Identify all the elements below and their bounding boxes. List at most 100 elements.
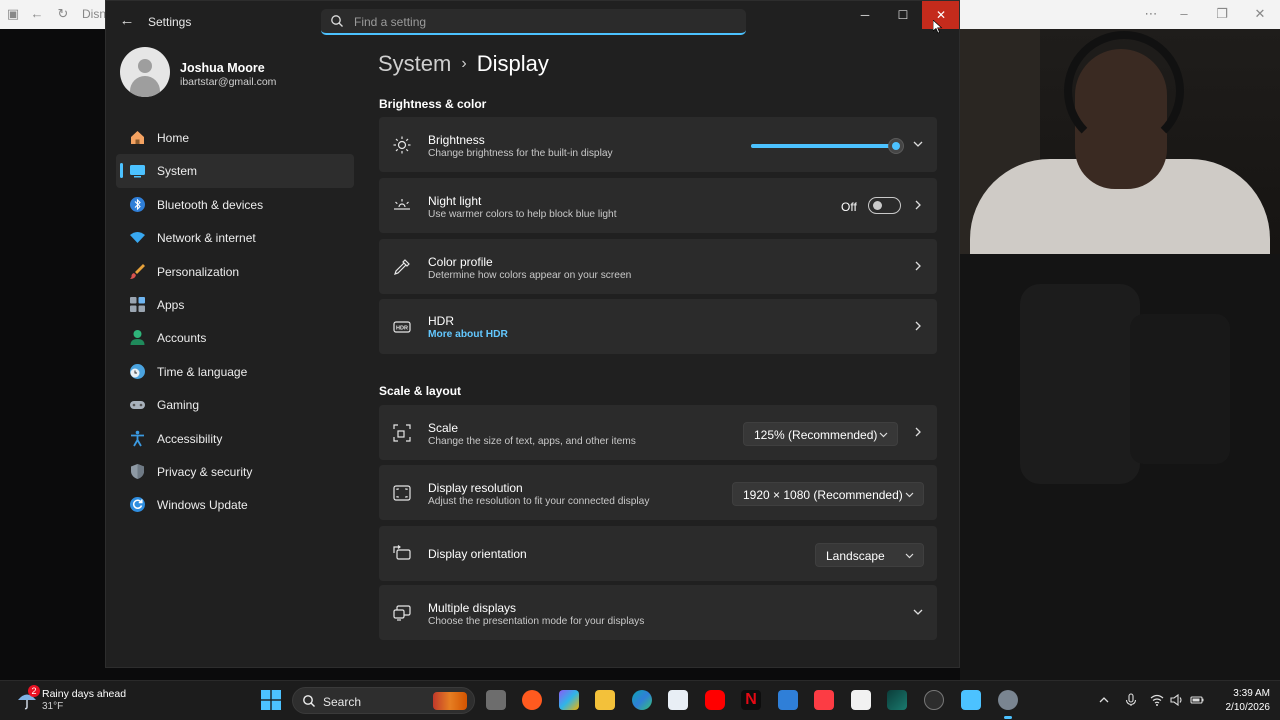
disney-plus-icon[interactable] xyxy=(887,690,907,710)
search-input[interactable] xyxy=(354,12,734,31)
chevron-right-icon[interactable] xyxy=(911,259,925,273)
speaker-icon[interactable] xyxy=(1170,693,1184,707)
brightness-slider-fill xyxy=(751,144,896,148)
browser-refresh-icon[interactable]: ↻ xyxy=(56,7,70,21)
brightness-title: Brightness xyxy=(428,133,485,147)
accounts-icon xyxy=(130,330,145,346)
display-resolution-subtitle: Adjust the resolution to fit your connec… xyxy=(428,496,650,507)
chevron-down-icon[interactable] xyxy=(911,605,925,619)
browser-close-icon[interactable]: ✕ xyxy=(1253,7,1267,21)
maximize-button[interactable]: ☐ xyxy=(884,1,922,29)
sidebar-item-gaming[interactable]: Gaming xyxy=(116,388,354,421)
sidebar-item-label: Time & language xyxy=(157,364,248,379)
scale-card[interactable]: Scale Change the size of text, apps, and… xyxy=(379,405,937,460)
sidebar-item-label: Windows Update xyxy=(157,498,248,513)
sidebar-item-apps[interactable]: Apps xyxy=(116,288,354,321)
scale-icon xyxy=(393,424,411,442)
sidebar-item-label: Bluetooth & devices xyxy=(157,197,264,212)
browser-app-icon: ▣ xyxy=(6,6,20,21)
task-view-icon[interactable] xyxy=(486,690,506,710)
app-blue-icon[interactable] xyxy=(778,690,798,710)
windows-start-icon[interactable] xyxy=(261,690,281,710)
system-icon xyxy=(130,165,145,178)
sidebar-item-label: Accounts xyxy=(157,331,207,346)
browser-restore-icon[interactable]: ❐ xyxy=(1215,7,1229,21)
chevron-down-icon[interactable] xyxy=(911,137,925,151)
display-resolution-card[interactable]: Display resolution Adjust the resolution… xyxy=(379,465,937,520)
back-arrow-icon[interactable]: ← xyxy=(118,12,136,30)
obs-icon[interactable] xyxy=(924,690,944,710)
app-orange-icon[interactable] xyxy=(522,690,542,710)
resolution-icon xyxy=(393,485,411,501)
sidebar-item-label: System xyxy=(157,164,198,179)
sidebar-item-network[interactable]: Network & internet xyxy=(116,221,354,254)
microphone-icon[interactable] xyxy=(1124,693,1138,707)
hdr-more-link[interactable]: More about HDR xyxy=(428,329,508,340)
sidebar-item-privacy[interactable]: Privacy & security xyxy=(116,455,354,488)
store-icon[interactable] xyxy=(668,690,688,710)
sidebar-item-label: Privacy & security xyxy=(157,464,253,479)
sidebar-item-label: Personalization xyxy=(157,264,240,279)
sidebar-item-accounts[interactable]: Accounts xyxy=(116,321,354,354)
notepad-icon[interactable] xyxy=(961,690,981,710)
home-icon xyxy=(131,131,144,144)
brightness-slider[interactable] xyxy=(751,138,904,154)
accessibility-icon xyxy=(131,430,144,446)
search-highlight-image xyxy=(433,692,467,710)
night-light-card[interactable]: Night light Use warmer colors to help bl… xyxy=(379,178,937,233)
color-profile-card[interactable]: Color profile Determine how colors appea… xyxy=(379,239,937,294)
netflix-icon[interactable]: N xyxy=(741,690,761,710)
system-clock[interactable]: 3:39 AM 2/10/2026 xyxy=(1210,688,1271,713)
night-light-toggle[interactable] xyxy=(868,197,901,214)
taskbar-search-label: Search xyxy=(323,695,362,709)
browser-more-icon[interactable]: ⋯ xyxy=(1144,7,1158,21)
chevron-right-icon[interactable] xyxy=(911,198,925,212)
chevron-up-icon[interactable] xyxy=(1097,693,1111,707)
sidebar-item-system[interactable]: System xyxy=(116,154,354,188)
sidebar-item-time-language[interactable]: Time & language xyxy=(116,355,354,388)
browser-tab-title[interactable]: Disn xyxy=(82,7,106,21)
file-explorer-icon[interactable] xyxy=(595,690,615,710)
battery-icon[interactable] xyxy=(1190,693,1204,707)
orientation-dropdown-value: Landscape xyxy=(826,549,885,563)
wifi-icon[interactable] xyxy=(1150,693,1164,707)
scale-dropdown[interactable]: 125% (Recommended) xyxy=(743,422,898,446)
chevron-right-icon[interactable] xyxy=(911,319,925,333)
multiple-displays-card[interactable]: Multiple displays Choose the presentatio… xyxy=(379,585,937,640)
capcut-icon[interactable] xyxy=(851,690,871,710)
chevron-right-icon[interactable] xyxy=(911,425,925,439)
sidebar-item-home[interactable]: Home xyxy=(116,121,354,154)
brightness-card[interactable]: Brightness Change brightness for the bui… xyxy=(379,117,937,172)
edge-icon[interactable] xyxy=(632,690,652,710)
display-orientation-card[interactable]: Display orientation Landscape xyxy=(379,526,937,581)
breadcrumb-parent[interactable]: System xyxy=(378,51,451,76)
sidebar-item-accessibility[interactable]: Accessibility xyxy=(116,422,354,455)
display-resolution-title: Display resolution xyxy=(428,481,523,495)
avatar[interactable] xyxy=(120,47,170,97)
taskbar-search[interactable]: Search xyxy=(292,687,475,714)
resolution-dropdown[interactable]: 1920 × 1080 (Recommended) xyxy=(732,482,924,506)
minimize-button[interactable]: ─ xyxy=(846,1,884,29)
sidebar-item-label: Home xyxy=(157,131,190,145)
settings-window: ← Settings ─ ☐ ✕ Joshua Moore ibartstar@… xyxy=(105,0,960,668)
apple-music-icon[interactable] xyxy=(814,690,834,710)
youtube-icon[interactable] xyxy=(705,690,725,710)
sidebar-item-windows-update[interactable]: Windows Update xyxy=(116,488,354,521)
settings-gear-icon[interactable] xyxy=(998,690,1018,719)
brightness-slider-thumb[interactable] xyxy=(888,138,904,154)
settings-search-box[interactable] xyxy=(321,9,746,35)
active-indicator xyxy=(120,163,123,179)
sidebar-nav: Home System Bluetooth & devices Network … xyxy=(116,121,354,522)
hdr-card[interactable]: HDR HDR More about HDR xyxy=(379,299,937,354)
sidebar-item-bluetooth[interactable]: Bluetooth & devices xyxy=(116,188,354,221)
browser-minimize-icon[interactable]: – xyxy=(1177,7,1191,21)
sidebar-item-personalization[interactable]: Personalization xyxy=(116,255,354,288)
eyedropper-icon xyxy=(394,259,410,275)
copilot-icon[interactable] xyxy=(559,690,579,710)
taskbar: 2 Rainy days ahead 31°F Search N 3:39 AM… xyxy=(0,680,1280,720)
weather-title: Rainy days ahead xyxy=(42,688,127,700)
multiple-displays-title: Multiple displays xyxy=(428,601,517,615)
search-icon xyxy=(303,695,315,707)
browser-back-icon[interactable]: ← xyxy=(30,7,44,21)
orientation-dropdown[interactable]: Landscape xyxy=(815,543,924,567)
